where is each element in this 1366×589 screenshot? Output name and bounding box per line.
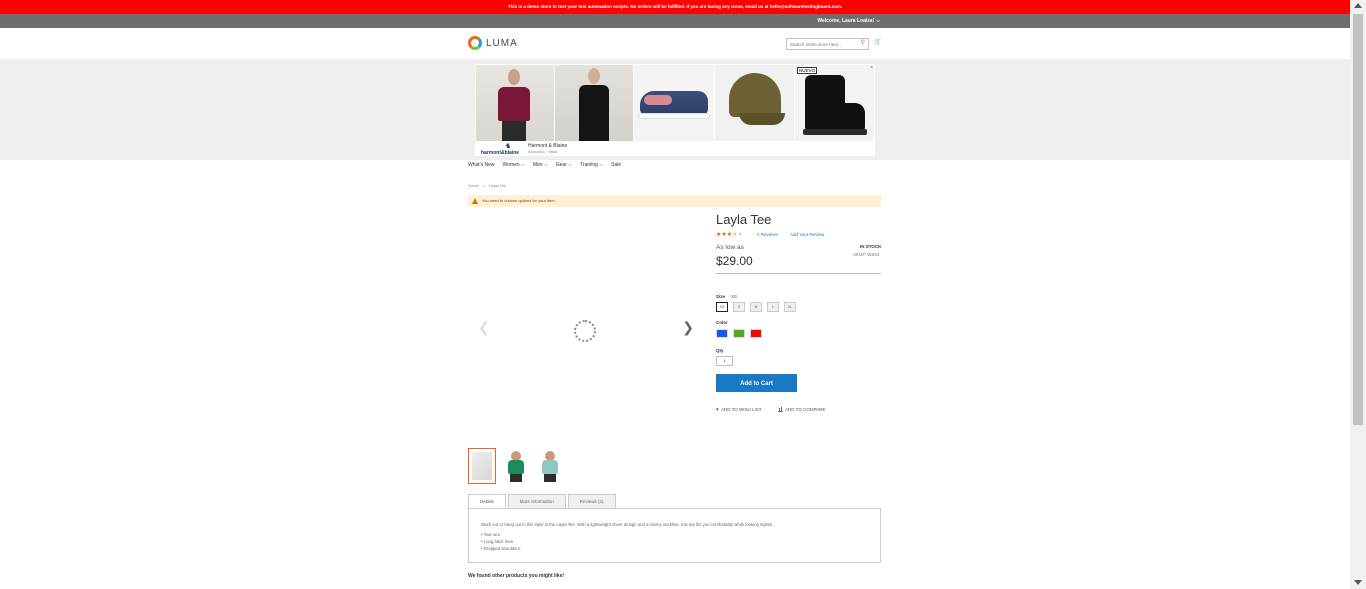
size-label: Size — [716, 294, 726, 299]
divider — [716, 273, 881, 274]
reviews-link[interactable]: 2 Reviews — [757, 232, 778, 237]
ad-banner[interactable]: NUEVO × harmont&blaine ♞ Harmont & Blain… — [475, 64, 875, 156]
gallery-thumbnails — [468, 448, 564, 484]
stock-status: IN STOCK — [860, 244, 882, 249]
thumbnail-placeholder[interactable] — [468, 448, 496, 484]
product-description: Work out or hang out in this style in th… — [481, 522, 774, 527]
size-selected-value: XS — [731, 294, 738, 299]
ad-new-badge: NUEVO — [797, 67, 818, 74]
qty-input[interactable]: 1 — [716, 356, 733, 366]
brand-name: Harmont & Blaine — [528, 143, 568, 149]
ad-close-icon[interactable]: × — [870, 65, 873, 71]
compare-label: ADD TO COMPARE — [785, 407, 826, 412]
ad-image-boot[interactable] — [795, 65, 874, 141]
size-option-l[interactable]: L — [767, 302, 779, 312]
add-review-link[interactable]: Add Your Review — [790, 232, 824, 237]
nav-item-whats-new[interactable]: What's New — [468, 162, 495, 168]
breadcrumb: Home > Layla Tee — [468, 183, 506, 188]
color-options — [716, 329, 762, 338]
demo-store-banner: This is a demo store to test your test a… — [0, 0, 1350, 14]
compare-icon — [778, 407, 783, 412]
loading-spinner-icon — [574, 320, 596, 342]
heart-icon: ♥ — [716, 407, 719, 413]
product-sku: SKU#: WS04 — [853, 252, 880, 257]
add-to-compare-link[interactable]: ADD TO COMPARE — [778, 407, 826, 412]
brand-subline: Anunciado · Visitar — [528, 150, 558, 154]
gallery-next-icon[interactable]: ❯ — [682, 320, 694, 336]
product-price: $29.00 — [716, 254, 753, 268]
search-placeholder: Search entire store here... — [790, 42, 843, 47]
ad-brand-footer[interactable]: harmont&blaine ♞ Harmont & Blaine Anunci… — [476, 142, 634, 156]
breadcrumb-current: Layla Tee — [489, 183, 507, 188]
horse-icon: ♞ — [505, 143, 512, 150]
tab-more-information[interactable]: More Information — [507, 494, 566, 508]
rating-stars: ★★★★★ — [716, 232, 743, 238]
size-option-m[interactable]: M — [750, 302, 762, 312]
tab-reviews[interactable]: Reviews (2) — [567, 494, 616, 508]
cart-icon[interactable]: 🛒 — [874, 38, 881, 46]
welcome-text: Welcome, Laura Loaiza! — [817, 18, 875, 24]
color-swatch-green[interactable] — [733, 329, 745, 338]
warning-icon — [472, 198, 478, 204]
related-products-heading: We found other products you might like! — [468, 573, 565, 579]
nav-item-sale[interactable]: Sale — [611, 162, 621, 168]
ad-image-burgundy-sweater[interactable] — [476, 65, 554, 141]
chevron-down-icon: ⌵ — [876, 18, 880, 24]
nav-item-training[interactable]: Training ⌵ — [580, 162, 603, 168]
search-input[interactable]: Search entire store here... ⚲ — [786, 38, 869, 50]
list-item: • Long back hem. — [481, 539, 515, 544]
feature-list: • Tear ace. • Long back hem. • Dropped s… — [481, 531, 868, 552]
product-title: Layla Tee — [716, 212, 772, 227]
options-notice: You need to choose options for your item… — [468, 195, 881, 207]
tab-details[interactable]: Details — [468, 494, 506, 508]
color-label: Color — [716, 320, 728, 325]
notice-text: You need to choose options for your item… — [482, 198, 556, 203]
scrollbar-thumb[interactable] — [1353, 14, 1363, 425]
breadcrumb-home[interactable]: Home — [468, 183, 479, 188]
list-item: • Dropped shoulders. — [481, 546, 522, 551]
list-item: • Tear ace. — [481, 532, 502, 537]
wishlist-label: ADD TO WISH LIST — [720, 407, 762, 412]
add-to-wishlist-link[interactable]: ♥ ADD TO WISH LIST — [716, 407, 762, 413]
size-options: XS S M L XL — [716, 302, 796, 312]
page-scrollbar[interactable] — [1350, 0, 1366, 589]
logo-text: LUMA — [486, 37, 518, 49]
customer-welcome-menu[interactable]: Welcome, Laura Loaiza! ⌵ — [817, 14, 880, 28]
brand-logo: harmont&blaine — [481, 150, 520, 156]
add-to-cart-button[interactable]: Add to Cart — [716, 374, 797, 392]
price-label: As low as — [716, 244, 744, 251]
scroll-down-icon[interactable] — [1354, 580, 1362, 585]
thumbnail-mint-tee[interactable] — [536, 448, 564, 484]
thumbnail-green-tee[interactable] — [502, 448, 530, 484]
size-option-xl[interactable]: XL — [784, 302, 796, 312]
gallery-prev-icon[interactable]: ❮ — [478, 320, 490, 336]
top-panel: Welcome, Laura Loaiza! ⌵ — [0, 14, 1350, 28]
ad-band: NUEVO × harmont&blaine ♞ Harmont & Blain… — [0, 59, 1350, 160]
search-icon[interactable]: ⚲ — [861, 40, 865, 47]
nav-item-men[interactable]: Men ⌵ — [533, 162, 548, 168]
details-panel: Work out or hang out in this style in th… — [468, 508, 881, 563]
size-option-s[interactable]: S — [733, 302, 745, 312]
product-gallery: ❮ ❯ — [468, 212, 704, 444]
product-tabs: Details More Information Reviews (2) — [468, 494, 616, 508]
breadcrumb-separator: > — [482, 183, 486, 188]
color-swatch-blue[interactable] — [716, 329, 728, 338]
nav-item-women[interactable]: Women ⌵ — [503, 162, 525, 168]
size-option-xs[interactable]: XS — [716, 302, 728, 312]
site-header: LUMA Search entire store here... ⚲ 🛒 — [0, 28, 1350, 59]
color-swatch-red[interactable] — [750, 329, 762, 338]
main-navigation: What's New Women ⌵ Men ⌵ Gear ⌵ Training… — [468, 162, 621, 168]
qty-label: Qty — [716, 348, 724, 353]
ad-image-sneaker[interactable] — [634, 65, 714, 141]
nav-item-gear[interactable]: Gear ⌵ — [556, 162, 572, 168]
luma-logo[interactable]: LUMA — [468, 36, 518, 50]
scroll-up-icon[interactable] — [1354, 3, 1362, 8]
luma-logo-icon — [468, 36, 482, 50]
ad-image-cap[interactable] — [715, 65, 794, 141]
ad-image-black-turtleneck[interactable] — [555, 65, 633, 141]
